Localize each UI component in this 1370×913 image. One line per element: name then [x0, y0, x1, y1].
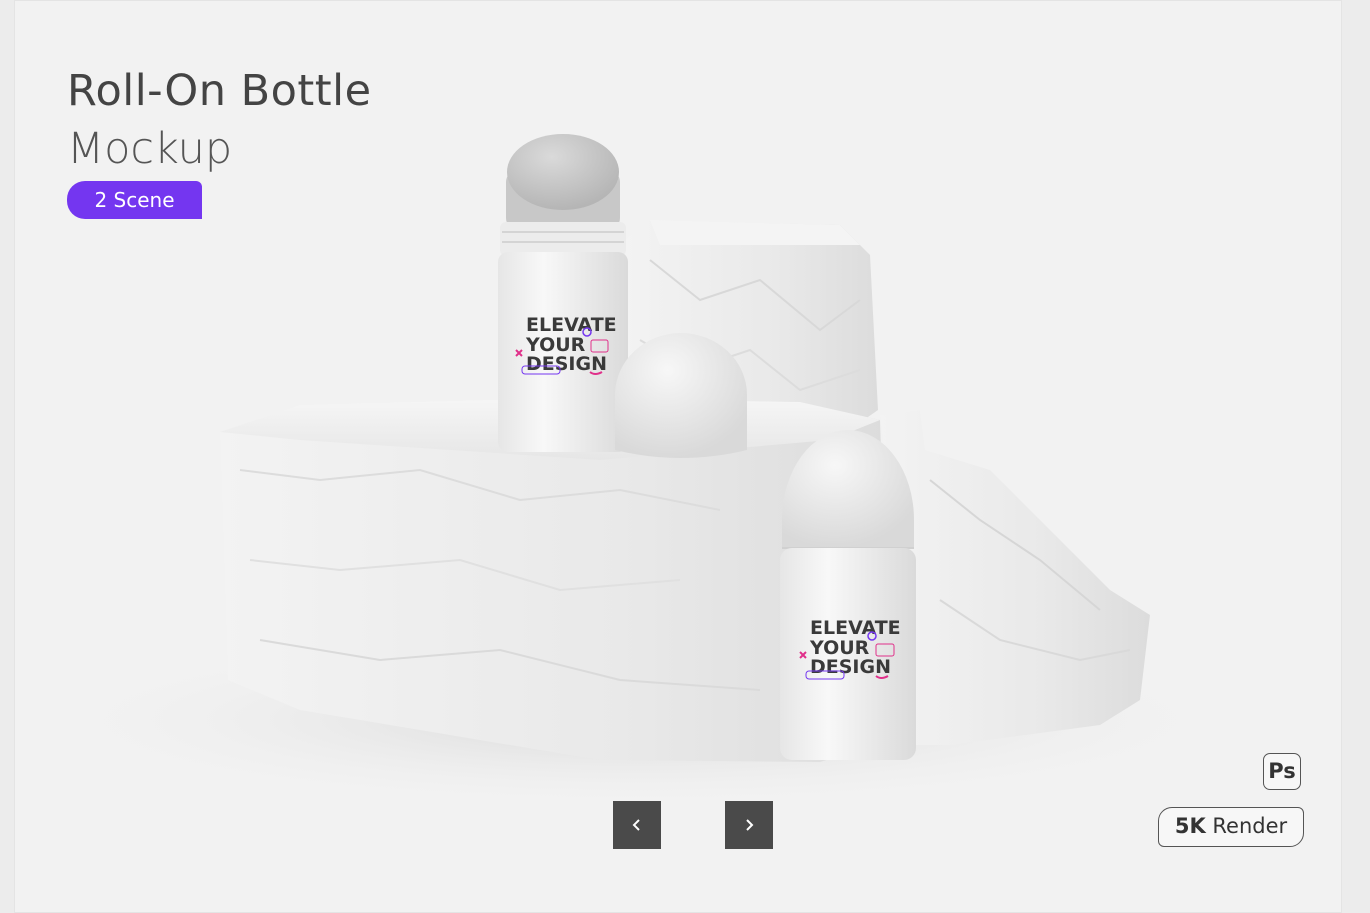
chevron-left-icon	[632, 819, 640, 831]
stone-block-right	[880, 410, 1150, 745]
page-subtitle: Mockup	[67, 124, 233, 174]
roll-on-bottle-tall	[498, 134, 628, 452]
previous-button[interactable]	[613, 801, 661, 849]
bottle-cap	[615, 333, 747, 458]
render-strong: 5K	[1174, 814, 1206, 838]
svg-text:DESIGN: DESIGN	[526, 353, 607, 375]
next-button[interactable]	[725, 801, 773, 849]
svg-text:ELEVATE: ELEVATE	[526, 314, 617, 336]
svg-text:ELEVATE: ELEVATE	[810, 617, 901, 639]
svg-text:DESIGN: DESIGN	[810, 656, 891, 678]
chevron-right-icon	[746, 819, 754, 831]
render-resolution-badge: 5K Render	[1158, 807, 1304, 847]
render-text: Render	[1205, 814, 1288, 838]
roll-on-bottle-short	[780, 430, 916, 760]
photoshop-badge: Ps	[1263, 753, 1301, 790]
page-title: Roll-On Bottle	[67, 66, 372, 116]
scene-count-badge: 2 Scene	[67, 181, 202, 219]
